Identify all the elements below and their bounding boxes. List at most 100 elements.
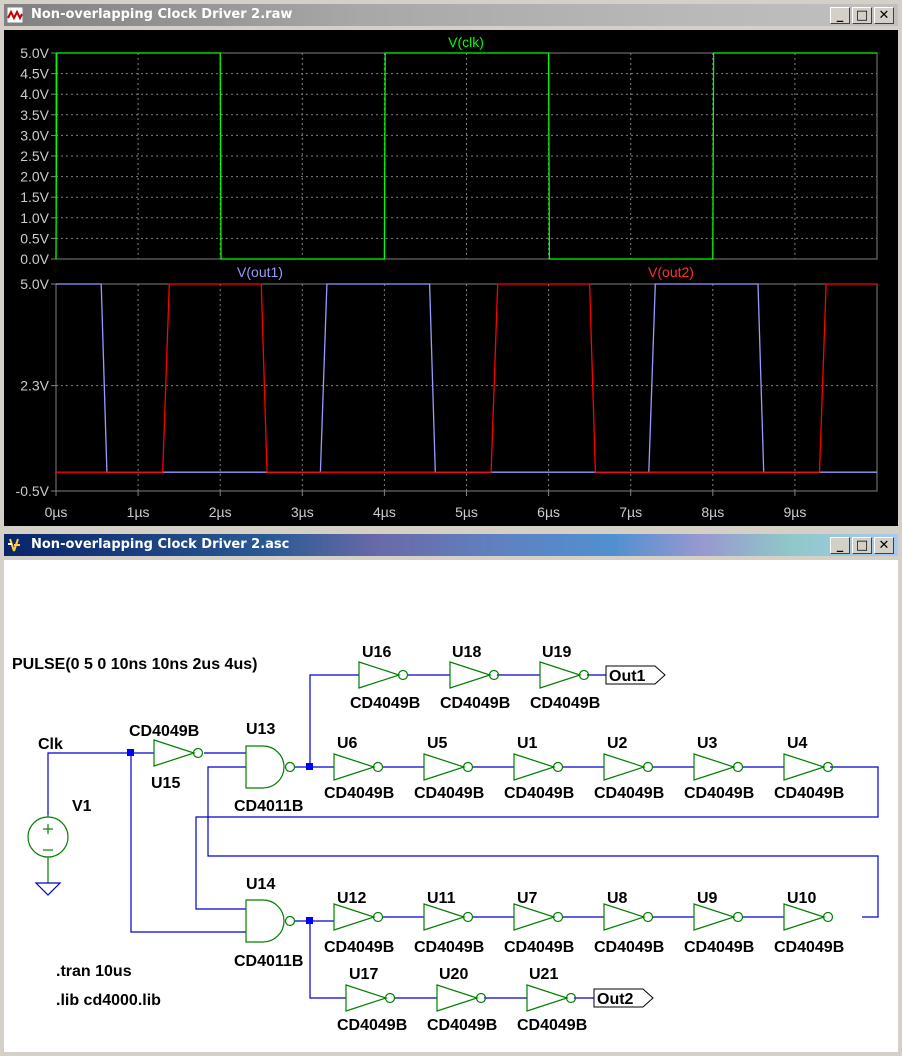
schematic-window-title: Non-overlapping Clock Driver 2.asc <box>31 537 290 552</box>
port-out1-label: Out1 <box>609 668 646 685</box>
y-tick-label: 5.0V <box>20 276 49 292</box>
u4-type-label: CD4049B <box>774 785 844 802</box>
source-value-label[interactable]: PULSE(0 5 0 10ns 10ns 2us 4us) <box>12 656 257 673</box>
waveform-viewer[interactable]: 5.0V 4.5V 4.0V 3.5V 3.0V 2.5V 2.0V 1.5V 1.0V 0.5V… <box>4 30 898 526</box>
u13-name-label: U13 <box>246 721 275 738</box>
u10-name-label: U10 <box>787 890 816 907</box>
inverter-u7[interactable] <box>513 903 564 931</box>
waveform-app-icon <box>6 6 24 24</box>
inverter-u1[interactable] <box>513 753 564 781</box>
trace-vout2 <box>56 283 877 473</box>
inverter-u2[interactable] <box>603 753 654 781</box>
port-out1[interactable]: Out1 <box>605 665 666 685</box>
inverter-u5[interactable] <box>423 753 474 781</box>
u20-type-label: CD4049B <box>427 1017 497 1034</box>
y-tick-label: 4.0V <box>20 86 49 102</box>
spice-directive-tran[interactable]: .tran 10us <box>56 963 132 980</box>
inverter-u4[interactable] <box>783 753 834 781</box>
schematic-drawing[interactable]: Out1 Out2 PULSE(0 5 0 10ns 10ns 2us 4us)… <box>4 560 898 1052</box>
inverter-u8[interactable] <box>603 903 654 931</box>
u21-name-label: U21 <box>529 966 558 983</box>
close-button[interactable]: ✕ <box>874 7 894 24</box>
minimize-button[interactable]: _ <box>830 537 850 554</box>
trace-vout1 <box>56 283 877 473</box>
u17-type-label: CD4049B <box>337 1017 407 1034</box>
x-tick-label: 9µs <box>783 504 806 520</box>
u21-type-label: CD4049B <box>517 1017 587 1034</box>
schematic-canvas[interactable]: Out1 Out2 PULSE(0 5 0 10ns 10ns 2us 4us)… <box>4 560 898 1052</box>
y-tick-label: 1.5V <box>20 189 49 205</box>
u9-type-label: CD4049B <box>684 939 754 956</box>
u19-type-label: CD4049B <box>530 695 600 712</box>
waveform-window-title: Non-overlapping Clock Driver 2.raw <box>31 7 293 22</box>
u3-type-label: CD4049B <box>684 785 754 802</box>
u10-type-label: CD4049B <box>774 939 844 956</box>
inverter-u18[interactable] <box>449 661 500 689</box>
inverter-u21[interactable] <box>526 984 577 1012</box>
u19-name-label: U19 <box>542 644 571 661</box>
y-tick-label: 2.5V <box>20 148 49 164</box>
waveform-plot[interactable]: 5.0V 4.5V 4.0V 3.5V 3.0V 2.5V 2.0V 1.5V 1.0V 0.5V… <box>4 30 898 526</box>
waveform-title-bar[interactable]: Non-overlapping Clock Driver 2.raw _ □ ✕ <box>4 4 898 26</box>
u18-type-label: CD4049B <box>440 695 510 712</box>
net-label-clk[interactable]: Clk <box>38 736 63 753</box>
schematic-labels: PULSE(0 5 0 10ns 10ns 2us 4us) Clk V1 .t… <box>12 644 844 1034</box>
u11-name-label: U11 <box>427 890 456 907</box>
source-name-label[interactable]: V1 <box>72 798 92 815</box>
u16-type-label: CD4049B <box>350 695 420 712</box>
inverter-u20[interactable] <box>436 984 487 1012</box>
u7-name-label: U7 <box>517 890 538 907</box>
u11-type-label: CD4049B <box>414 939 484 956</box>
y-tick-label: 4.5V <box>20 66 49 82</box>
spice-directive-lib[interactable]: .lib cd4000.lib <box>56 992 161 1009</box>
ground-icon <box>34 882 62 896</box>
u14-type-label: CD4011B <box>234 953 303 970</box>
trace-label-out2[interactable]: V(out2) <box>648 264 694 280</box>
maximize-button[interactable]: □ <box>852 537 872 554</box>
u15-name-label: U15 <box>151 775 180 792</box>
inverter-u17[interactable] <box>345 984 396 1012</box>
close-button[interactable]: ✕ <box>874 537 894 554</box>
inverter-u9[interactable] <box>693 903 744 931</box>
u20-name-label: U20 <box>439 966 468 983</box>
u18-name-label: U18 <box>452 644 481 661</box>
y-tick-label: 2.0V <box>20 169 49 185</box>
inverter-u15[interactable] <box>153 739 204 767</box>
y-tick-label: 1.0V <box>20 210 49 226</box>
schematic-window: Non-overlapping Clock Driver 2.asc _ □ ✕ <box>0 530 902 1056</box>
inverter-u12[interactable] <box>333 903 384 931</box>
x-tick-label: 5µs <box>455 504 478 520</box>
schematic-title-bar[interactable]: Non-overlapping Clock Driver 2.asc _ □ ✕ <box>4 534 898 556</box>
inverter-u11[interactable] <box>423 903 474 931</box>
y-tick-label: -0.5V <box>16 483 50 499</box>
port-out2[interactable]: Out2 <box>593 988 654 1008</box>
u7-type-label: CD4049B <box>504 939 574 956</box>
nand-gate-u14[interactable] <box>245 899 296 943</box>
inverter-u10[interactable] <box>783 903 834 931</box>
u8-type-label: CD4049B <box>594 939 664 956</box>
y-tick-label: 3.0V <box>20 127 49 143</box>
inverter-u19[interactable] <box>539 661 590 689</box>
inverter-u6[interactable] <box>333 753 384 781</box>
x-tick-label: 8µs <box>701 504 724 520</box>
x-tick-label: 1µs <box>127 504 150 520</box>
minimize-button[interactable]: _ <box>830 7 850 24</box>
trace-label-out1[interactable]: V(out1) <box>237 264 283 280</box>
u5-type-label: CD4049B <box>414 785 484 802</box>
u16-name-label: U16 <box>362 644 391 661</box>
inverter-u16[interactable] <box>358 661 409 689</box>
inverter-u3[interactable] <box>693 753 744 781</box>
y-tick-label: 0.5V <box>20 230 49 246</box>
nand-gate-u13[interactable] <box>245 745 296 789</box>
u9-name-label: U9 <box>697 890 718 907</box>
y-tick-label: 3.5V <box>20 107 49 123</box>
u4-name-label: U4 <box>787 735 808 752</box>
voltage-source-v1[interactable] <box>27 815 69 883</box>
x-tick-label: 3µs <box>291 504 314 520</box>
u1-type-label: CD4049B <box>504 785 574 802</box>
maximize-button[interactable]: □ <box>852 7 872 24</box>
u17-name-label: U17 <box>349 966 378 983</box>
schematic-app-icon <box>8 538 20 552</box>
out-pane-grid <box>56 284 877 491</box>
trace-label-clk[interactable]: V(clk) <box>448 34 484 50</box>
